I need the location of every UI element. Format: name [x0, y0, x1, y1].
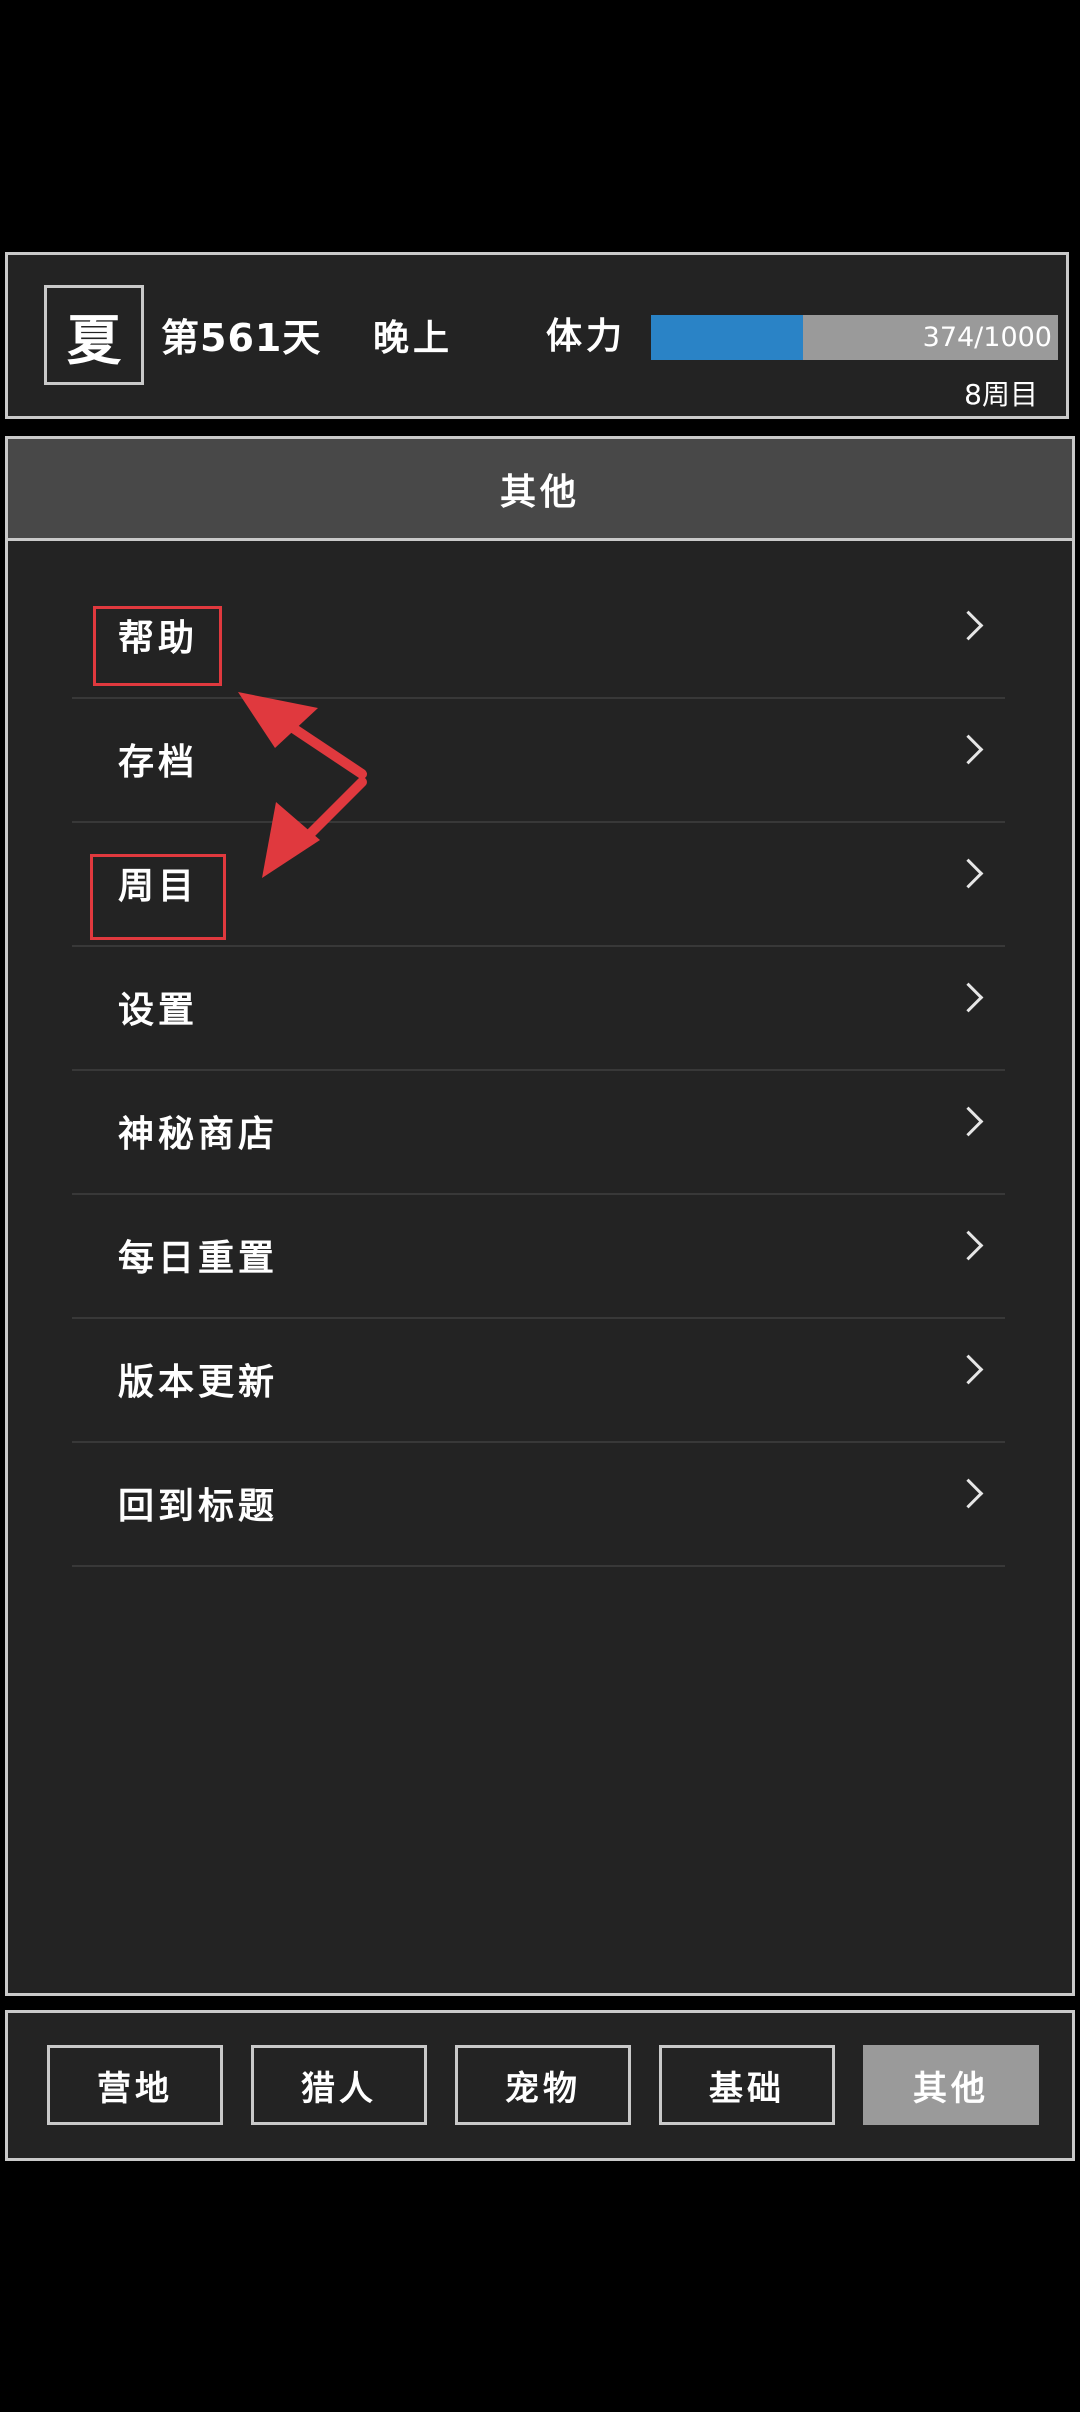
stamina-label: 体力 — [546, 316, 627, 357]
cycle-counter: 8周目 — [964, 378, 1038, 411]
tab-camp[interactable]: 营地 — [47, 2045, 223, 2125]
tab-other[interactable]: 其他 — [863, 2045, 1039, 2125]
menu-item-label: 神秘商店 — [118, 1114, 279, 1155]
panel-title: 其他 — [499, 471, 580, 513]
season-badge: 夏 — [44, 285, 144, 385]
stamina-bar-fill — [651, 315, 804, 360]
chevron-right-icon — [953, 858, 984, 889]
menu-item-back-to-title[interactable]: 回到标题 — [72, 1443, 1005, 1567]
menu-item-label: 每日重置 — [118, 1238, 279, 1279]
status-panel: 夏 第561天 晚上 体力 374/1000 8周目 — [5, 252, 1069, 419]
menu-item-save[interactable]: 存档 — [72, 699, 1005, 823]
chevron-right-icon — [953, 982, 984, 1013]
menu-list: 帮助 存档 周目 设置 神秘商店 每日重置 版本更新 回到标题 — [72, 575, 1005, 1567]
tab-pets[interactable]: 宠物 — [455, 2045, 631, 2125]
menu-item-label: 版本更新 — [118, 1362, 279, 1403]
day-counter: 第561天 — [161, 316, 322, 360]
menu-item-label: 帮助 — [118, 618, 199, 659]
panel-title-bar: 其他 — [8, 439, 1072, 541]
menu-item-label: 存档 — [118, 742, 199, 783]
stamina-value: 374/1000 — [922, 322, 1052, 353]
menu-item-settings[interactable]: 设置 — [72, 947, 1005, 1071]
bottom-tab-bar: 营地 猎人 宠物 基础 其他 — [5, 2010, 1075, 2161]
menu-item-version-update[interactable]: 版本更新 — [72, 1319, 1005, 1443]
tab-basics[interactable]: 基础 — [659, 2045, 835, 2125]
chevron-right-icon — [953, 734, 984, 765]
menu-item-label: 回到标题 — [118, 1486, 279, 1527]
chevron-right-icon — [953, 610, 984, 641]
chevron-right-icon — [953, 1230, 984, 1261]
menu-item-mystery-shop[interactable]: 神秘商店 — [72, 1071, 1005, 1195]
time-of-day: 晚上 — [373, 318, 454, 359]
stamina-bar: 374/1000 — [651, 315, 1058, 360]
chevron-right-icon — [953, 1478, 984, 1509]
menu-item-label: 设置 — [118, 990, 199, 1031]
chevron-right-icon — [953, 1106, 984, 1137]
main-panel: 其他 帮助 存档 周目 设置 神秘商店 每日重置 版本更新 回到标题 — [5, 436, 1075, 1996]
chevron-right-icon — [953, 1354, 984, 1385]
menu-item-daily-reset[interactable]: 每日重置 — [72, 1195, 1005, 1319]
menu-item-help[interactable]: 帮助 — [72, 575, 1005, 699]
tab-hunters[interactable]: 猎人 — [251, 2045, 427, 2125]
menu-item-label: 周目 — [118, 866, 199, 907]
menu-item-cycle[interactable]: 周目 — [72, 823, 1005, 947]
